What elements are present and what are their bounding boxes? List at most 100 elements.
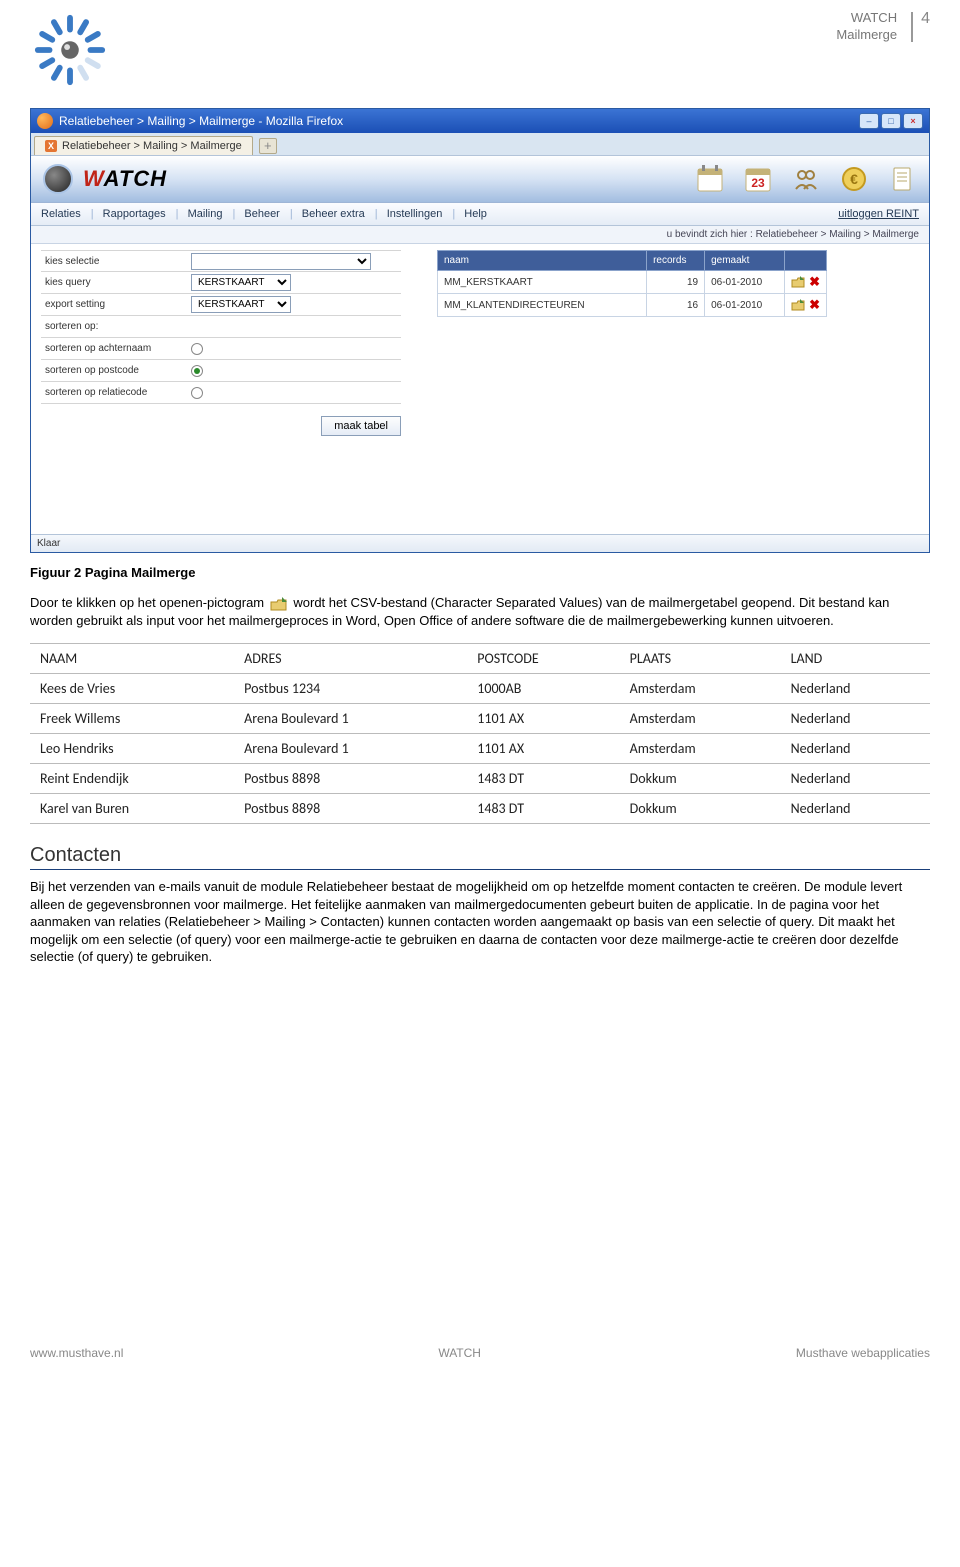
logo-icon [30, 10, 110, 90]
menu-relaties[interactable]: Relaties [41, 208, 81, 220]
app-screenshot: Relatiebeheer > Mailing > Mailmerge - Mo… [30, 108, 930, 553]
app-header: WATCH 23 € [31, 156, 929, 203]
menu-beheer[interactable]: Beheer [244, 208, 279, 220]
menu-mailing[interactable]: Mailing [188, 208, 223, 220]
csv-cell: Reint Endendijk [30, 764, 234, 794]
csv-cell: Amsterdam [620, 674, 781, 704]
paragraph-1: Door te klikken op het openen-pictogram … [30, 594, 930, 629]
logout-link[interactable]: uitloggen REINT [838, 208, 919, 220]
open-file-icon [270, 597, 288, 611]
select-kies-query[interactable]: KERSTKAART [191, 274, 291, 291]
header-module: Mailmerge [836, 27, 897, 44]
menu-rapportages[interactable]: Rapportages [103, 208, 166, 220]
csv-h0: NAAM [30, 644, 234, 674]
cell-gemaakt: 06-01-2010 [705, 294, 785, 317]
csv-h2: POSTCODE [467, 644, 619, 674]
label-export-setting: export setting [41, 299, 191, 310]
csv-h3: PLAATS [620, 644, 781, 674]
label-sort-relatiecode: sorteren op relatiecode [41, 387, 191, 398]
table-row: Karel van BurenPostbus 88981483 DTDokkum… [30, 794, 930, 824]
tab-favicon: X [45, 140, 57, 152]
csv-cell: Nederland [781, 764, 930, 794]
menu-instellingen[interactable]: Instellingen [387, 208, 443, 220]
radio-postcode[interactable] [191, 365, 203, 377]
open-icon[interactable] [791, 299, 805, 311]
csv-cell: Dokkum [620, 764, 781, 794]
calendar-icon[interactable]: 23 [743, 164, 773, 194]
menu-beheer-extra[interactable]: Beheer extra [302, 208, 365, 220]
delete-icon[interactable]: ✖ [809, 274, 820, 290]
window-titlebar: Relatiebeheer > Mailing > Mailmerge - Mo… [31, 109, 929, 133]
users-icon[interactable] [791, 164, 821, 194]
new-tab-button[interactable]: + [259, 138, 277, 154]
csv-cell: Arena Boulevard 1 [234, 734, 467, 764]
csv-h4: LAND [781, 644, 930, 674]
mm-table: naam records gemaakt MM_KERSTKAART 19 06… [437, 250, 827, 317]
table-row: Freek WillemsArena Boulevard 11101 AXAms… [30, 704, 930, 734]
tab-label: Relatiebeheer > Mailing > Mailmerge [62, 140, 242, 152]
csv-cell: Postbus 8898 [234, 794, 467, 824]
open-icon[interactable] [791, 276, 805, 288]
header-product: WATCH [836, 10, 897, 27]
app-brand: WATCH [43, 164, 167, 194]
footer-center: WATCH [438, 1346, 481, 1360]
maak-tabel-button[interactable]: maak tabel [321, 416, 401, 436]
maximize-button[interactable]: □ [881, 113, 901, 129]
csv-cell: Karel van Buren [30, 794, 234, 824]
cell-naam: MM_KERSTKAART [438, 271, 647, 294]
firefox-icon [37, 113, 53, 129]
header-text: WATCH Mailmerge [836, 10, 905, 44]
page-footer: www.musthave.nl WATCH Musthave webapplic… [30, 1346, 930, 1360]
svg-text:€: € [850, 171, 858, 187]
csv-cell: Dokkum [620, 794, 781, 824]
tab-bar: X Relatiebeheer > Mailing > Mailmerge + [31, 133, 929, 156]
csv-cell: 1101 AX [467, 734, 619, 764]
svg-text:23: 23 [751, 176, 765, 190]
app-toolbar-icons: 23 € [695, 164, 917, 194]
radio-achternaam[interactable] [191, 343, 203, 355]
select-export-setting[interactable]: KERSTKAART [191, 296, 291, 313]
table-row: Reint EndendijkPostbus 88981483 DTDokkum… [30, 764, 930, 794]
csv-cell: Amsterdam [620, 704, 781, 734]
window-title: Relatiebeheer > Mailing > Mailmerge - Mo… [59, 114, 343, 128]
table-row: Kees de VriesPostbus 12341000ABAmsterdam… [30, 674, 930, 704]
radio-relatiecode[interactable] [191, 387, 203, 399]
cell-records: 16 [647, 294, 705, 317]
section-heading: Contacten [30, 844, 930, 870]
select-kies-selectie[interactable] [191, 253, 371, 270]
status-bar: Klaar [31, 534, 929, 552]
csv-cell: Nederland [781, 794, 930, 824]
page-number: 4 [919, 10, 930, 28]
agenda-icon[interactable] [695, 164, 725, 194]
cell-naam: MM_KLANTENDIRECTEUREN [438, 294, 647, 317]
menu-help[interactable]: Help [464, 208, 487, 220]
menu-bar: Relaties| Rapportages| Mailing| Beheer| … [31, 203, 929, 226]
csv-cell: Leo Hendriks [30, 734, 234, 764]
document-icon[interactable] [887, 164, 917, 194]
euro-icon[interactable]: € [839, 164, 869, 194]
csv-cell: Nederland [781, 734, 930, 764]
footer-left: www.musthave.nl [30, 1346, 123, 1360]
label-kies-selectie: kies selectie [41, 256, 191, 267]
csv-cell: Nederland [781, 674, 930, 704]
csv-cell: Postbus 1234 [234, 674, 467, 704]
work-area: kies selectie kies query KERSTKAART expo… [31, 244, 929, 534]
table-row: MM_KLANTENDIRECTEUREN 16 06-01-2010 ✖ [438, 294, 827, 317]
brand-text: WATCH [83, 166, 167, 192]
breadcrumb: u bevindt zich hier : Relatiebeheer > Ma… [31, 226, 929, 244]
header-separator [911, 12, 913, 42]
brand-icon [43, 164, 73, 194]
browser-tab[interactable]: X Relatiebeheer > Mailing > Mailmerge [34, 136, 253, 155]
th-records: records [647, 251, 705, 271]
csv-cell: Arena Boulevard 1 [234, 704, 467, 734]
close-button[interactable]: × [903, 113, 923, 129]
csv-table: NAAM ADRES POSTCODE PLAATS LAND Kees de … [30, 643, 930, 824]
delete-icon[interactable]: ✖ [809, 297, 820, 313]
csv-cell: 1101 AX [467, 704, 619, 734]
label-kies-query: kies query [41, 277, 191, 288]
minimize-button[interactable]: – [859, 113, 879, 129]
th-naam: naam [438, 251, 647, 271]
paragraph-2: Bij het verzenden van e-mails vanuit de … [30, 878, 930, 966]
csv-h1: ADRES [234, 644, 467, 674]
label-sort-postcode: sorteren op postcode [41, 365, 191, 376]
